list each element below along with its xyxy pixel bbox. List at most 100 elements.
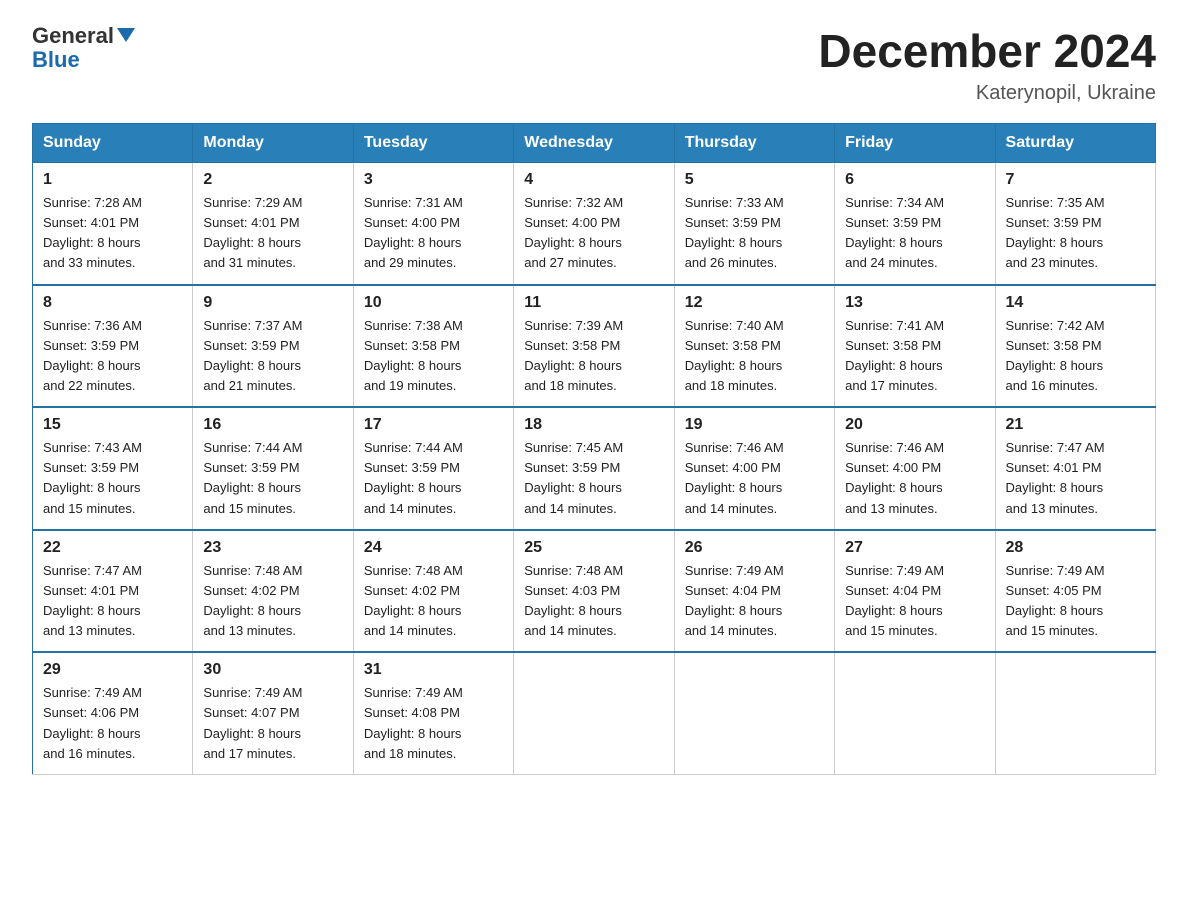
weekday-header-tuesday: Tuesday — [353, 124, 513, 163]
title-block: December 2024 Katerynopil, Ukraine — [818, 24, 1156, 105]
day-info: Sunrise: 7:46 AM Sunset: 4:00 PM Dayligh… — [685, 438, 824, 519]
calendar-day-cell: 22 Sunrise: 7:47 AM Sunset: 4:01 PM Dayli… — [33, 530, 193, 653]
calendar-day-cell: 1Sunrise: 7:28 AM Sunset: 4:01 PM Daylig… — [33, 163, 193, 285]
calendar-day-cell: 12Sunrise: 7:40 AM Sunset: 3:58 PM Dayli… — [674, 285, 834, 408]
calendar-day-cell: 5Sunrise: 7:33 AM Sunset: 3:59 PM Daylig… — [674, 163, 834, 285]
day-info: Sunrise: 7:49 AM Sunset: 4:07 PM Dayligh… — [203, 683, 342, 764]
day-number: 2 — [203, 171, 342, 189]
day-info: Sunrise: 7:33 AM Sunset: 3:59 PM Dayligh… — [685, 193, 824, 274]
day-number: 27 — [845, 539, 984, 557]
calendar-day-cell: 30 Sunrise: 7:49 AM Sunset: 4:07 PM Dayli… — [193, 652, 353, 774]
weekday-header-saturday: Saturday — [995, 124, 1155, 163]
calendar-day-cell: 6 Sunrise: 7:34 AM Sunset: 3:59 PM Daylig… — [835, 163, 995, 285]
day-number: 26 — [685, 539, 824, 557]
day-info: Sunrise: 7:49 AM Sunset: 4:04 PM Dayligh… — [845, 561, 984, 642]
day-info: Sunrise: 7:47 AM Sunset: 4:01 PM Dayligh… — [43, 561, 182, 642]
calendar-day-cell: 25 Sunrise: 7:48 AM Sunset: 4:03 PM Dayli… — [514, 530, 674, 653]
calendar-day-cell: 31Sunrise: 7:49 AM Sunset: 4:08 PM Dayli… — [353, 652, 513, 774]
logo-blue: Blue — [32, 48, 135, 72]
calendar-day-cell: 11 Sunrise: 7:39 AM Sunset: 3:58 PM Dayli… — [514, 285, 674, 408]
calendar-table: SundayMondayTuesdayWednesdayThursdayFrid… — [32, 123, 1156, 775]
calendar-day-cell: 15 Sunrise: 7:43 AM Sunset: 3:59 PM Dayli… — [33, 407, 193, 530]
day-number: 29 — [43, 661, 182, 679]
weekday-header-thursday: Thursday — [674, 124, 834, 163]
day-number: 28 — [1006, 539, 1145, 557]
day-number: 7 — [1006, 171, 1145, 189]
day-number: 3 — [364, 171, 503, 189]
day-info: Sunrise: 7:49 AM Sunset: 4:05 PM Dayligh… — [1006, 561, 1145, 642]
day-info: Sunrise: 7:40 AM Sunset: 3:58 PM Dayligh… — [685, 316, 824, 397]
day-info: Sunrise: 7:44 AM Sunset: 3:59 PM Dayligh… — [364, 438, 503, 519]
logo-triangle-icon — [117, 28, 135, 42]
day-info: Sunrise: 7:45 AM Sunset: 3:59 PM Dayligh… — [524, 438, 663, 519]
weekday-header-wednesday: Wednesday — [514, 124, 674, 163]
logo-general: General — [32, 23, 114, 48]
calendar-day-cell: 23Sunrise: 7:48 AM Sunset: 4:02 PM Dayli… — [193, 530, 353, 653]
calendar-day-cell: 21 Sunrise: 7:47 AM Sunset: 4:01 PM Dayli… — [995, 407, 1155, 530]
calendar-week-row: 29 Sunrise: 7:49 AM Sunset: 4:06 PM Dayli… — [33, 652, 1156, 774]
day-info: Sunrise: 7:46 AM Sunset: 4:00 PM Dayligh… — [845, 438, 984, 519]
calendar-day-cell — [514, 652, 674, 774]
day-info: Sunrise: 7:48 AM Sunset: 4:03 PM Dayligh… — [524, 561, 663, 642]
weekday-header-monday: Monday — [193, 124, 353, 163]
calendar-day-cell: 19 Sunrise: 7:46 AM Sunset: 4:00 PM Dayli… — [674, 407, 834, 530]
weekday-header-row: SundayMondayTuesdayWednesdayThursdayFrid… — [33, 124, 1156, 163]
day-number: 15 — [43, 416, 182, 434]
calendar-week-row: 8 Sunrise: 7:36 AM Sunset: 3:59 PM Daylig… — [33, 285, 1156, 408]
calendar-day-cell: 8 Sunrise: 7:36 AM Sunset: 3:59 PM Daylig… — [33, 285, 193, 408]
calendar-day-cell: 9Sunrise: 7:37 AM Sunset: 3:59 PM Daylig… — [193, 285, 353, 408]
day-info: Sunrise: 7:42 AM Sunset: 3:58 PM Dayligh… — [1006, 316, 1145, 397]
day-number: 11 — [524, 294, 663, 312]
day-number: 30 — [203, 661, 342, 679]
day-number: 20 — [845, 416, 984, 434]
calendar-day-cell: 13 Sunrise: 7:41 AM Sunset: 3:58 PM Dayli… — [835, 285, 995, 408]
day-info: Sunrise: 7:47 AM Sunset: 4:01 PM Dayligh… — [1006, 438, 1145, 519]
day-info: Sunrise: 7:43 AM Sunset: 3:59 PM Dayligh… — [43, 438, 182, 519]
calendar-week-row: 1Sunrise: 7:28 AM Sunset: 4:01 PM Daylig… — [33, 163, 1156, 285]
day-number: 10 — [364, 294, 503, 312]
day-info: Sunrise: 7:29 AM Sunset: 4:01 PM Dayligh… — [203, 193, 342, 274]
calendar-day-cell — [674, 652, 834, 774]
day-info: Sunrise: 7:48 AM Sunset: 4:02 PM Dayligh… — [364, 561, 503, 642]
day-number: 19 — [685, 416, 824, 434]
calendar-day-cell: 2 Sunrise: 7:29 AM Sunset: 4:01 PM Daylig… — [193, 163, 353, 285]
page-subtitle: Katerynopil, Ukraine — [818, 82, 1156, 105]
day-info: Sunrise: 7:35 AM Sunset: 3:59 PM Dayligh… — [1006, 193, 1145, 274]
day-number: 6 — [845, 171, 984, 189]
day-number: 18 — [524, 416, 663, 434]
day-number: 8 — [43, 294, 182, 312]
day-info: Sunrise: 7:38 AM Sunset: 3:58 PM Dayligh… — [364, 316, 503, 397]
day-info: Sunrise: 7:49 AM Sunset: 4:04 PM Dayligh… — [685, 561, 824, 642]
calendar-day-cell: 27 Sunrise: 7:49 AM Sunset: 4:04 PM Dayli… — [835, 530, 995, 653]
day-info: Sunrise: 7:34 AM Sunset: 3:59 PM Dayligh… — [845, 193, 984, 274]
page-header: General Blue December 2024 Katerynopil, … — [32, 24, 1156, 105]
day-info: Sunrise: 7:48 AM Sunset: 4:02 PM Dayligh… — [203, 561, 342, 642]
calendar-week-row: 15 Sunrise: 7:43 AM Sunset: 3:59 PM Dayli… — [33, 407, 1156, 530]
calendar-day-cell: 17Sunrise: 7:44 AM Sunset: 3:59 PM Dayli… — [353, 407, 513, 530]
day-number: 25 — [524, 539, 663, 557]
calendar-day-cell: 10 Sunrise: 7:38 AM Sunset: 3:58 PM Dayli… — [353, 285, 513, 408]
calendar-day-cell: 18 Sunrise: 7:45 AM Sunset: 3:59 PM Dayli… — [514, 407, 674, 530]
weekday-header-friday: Friday — [835, 124, 995, 163]
calendar-day-cell: 4Sunrise: 7:32 AM Sunset: 4:00 PM Daylig… — [514, 163, 674, 285]
page-title: December 2024 — [818, 24, 1156, 78]
day-info: Sunrise: 7:49 AM Sunset: 4:06 PM Dayligh… — [43, 683, 182, 764]
day-number: 22 — [43, 539, 182, 557]
day-info: Sunrise: 7:39 AM Sunset: 3:58 PM Dayligh… — [524, 316, 663, 397]
calendar-body: 1Sunrise: 7:28 AM Sunset: 4:01 PM Daylig… — [33, 163, 1156, 775]
logo: General Blue — [32, 24, 135, 72]
day-number: 13 — [845, 294, 984, 312]
day-info: Sunrise: 7:28 AM Sunset: 4:01 PM Dayligh… — [43, 193, 182, 274]
day-info: Sunrise: 7:41 AM Sunset: 3:58 PM Dayligh… — [845, 316, 984, 397]
day-number: 31 — [364, 661, 503, 679]
day-info: Sunrise: 7:31 AM Sunset: 4:00 PM Dayligh… — [364, 193, 503, 274]
calendar-day-cell: 28 Sunrise: 7:49 AM Sunset: 4:05 PM Dayli… — [995, 530, 1155, 653]
calendar-day-cell: 24Sunrise: 7:48 AM Sunset: 4:02 PM Dayli… — [353, 530, 513, 653]
calendar-day-cell: 26 Sunrise: 7:49 AM Sunset: 4:04 PM Dayli… — [674, 530, 834, 653]
day-info: Sunrise: 7:36 AM Sunset: 3:59 PM Dayligh… — [43, 316, 182, 397]
calendar-day-cell — [995, 652, 1155, 774]
calendar-day-cell: 7 Sunrise: 7:35 AM Sunset: 3:59 PM Daylig… — [995, 163, 1155, 285]
day-number: 21 — [1006, 416, 1145, 434]
calendar-day-cell: 20 Sunrise: 7:46 AM Sunset: 4:00 PM Dayli… — [835, 407, 995, 530]
calendar-day-cell: 29 Sunrise: 7:49 AM Sunset: 4:06 PM Dayli… — [33, 652, 193, 774]
